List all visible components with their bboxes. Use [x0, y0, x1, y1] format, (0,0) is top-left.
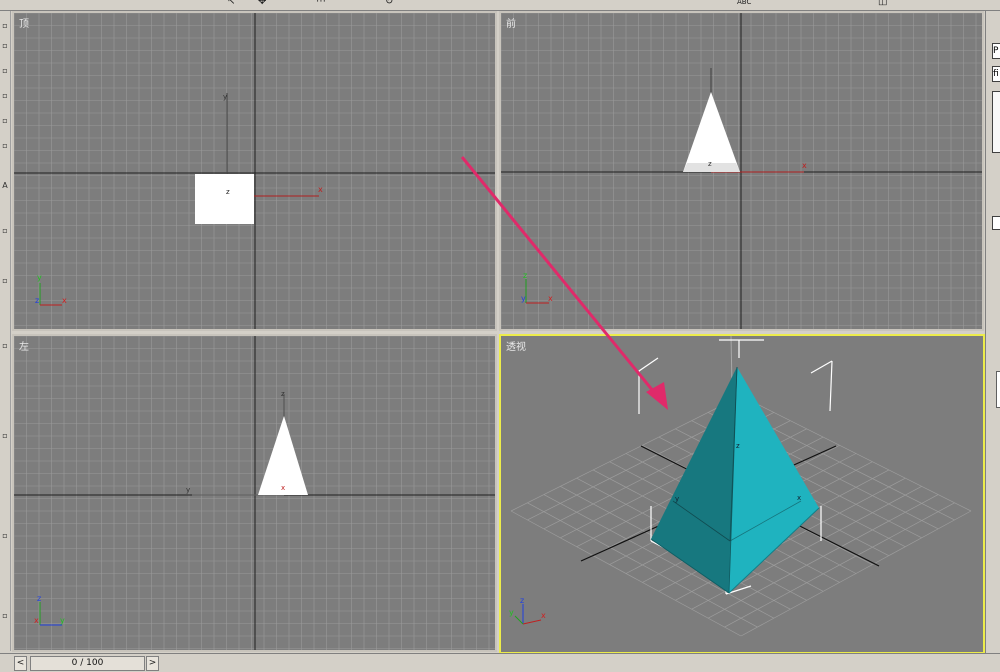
left-toolbar: ▫ ▫ ▫ ▫ ▫ ▫ A ▫ ▫ ▫ ▫ ▫ ▫: [0, 11, 11, 651]
viewport-left-canvas: y z x z x y: [14, 336, 495, 650]
viewport-label-front[interactable]: 前: [506, 15, 516, 30]
abc-text-icon[interactable]: ABC: [737, 0, 751, 8]
command-list[interactable]: [992, 91, 1000, 153]
viewport-label-left[interactable]: 左: [19, 338, 29, 353]
pyramid-top-view[interactable]: [195, 174, 254, 224]
axis-label-x-front: x: [802, 161, 807, 170]
tool-icon-3[interactable]: ▫: [0, 66, 10, 76]
axis-label-z-left: z: [281, 390, 285, 398]
command-scrollbar[interactable]: [996, 371, 1000, 408]
tool-icon-11[interactable]: ▫: [0, 431, 10, 441]
viewport-perspective[interactable]: 透视 z y x z x y: [499, 334, 985, 654]
timeline-bar: < 0 / 100 >: [0, 653, 1000, 672]
axis-label-y-left: y: [186, 486, 190, 494]
viewport-top[interactable]: 顶 y x z y z x: [12, 11, 497, 331]
viewport-left[interactable]: 左 y z x z x y: [12, 334, 497, 652]
svg-text:z: z: [520, 596, 524, 605]
move-tool-icon[interactable]: ✥: [258, 0, 266, 8]
svg-text:y: y: [509, 608, 514, 617]
time-slider[interactable]: 0 / 100: [30, 656, 145, 671]
tool-icon-7[interactable]: A: [0, 181, 10, 191]
viewport-label-top[interactable]: 顶: [19, 15, 29, 30]
viewport-label-perspective[interactable]: 透视: [506, 338, 526, 353]
tool-icon-8[interactable]: ▫: [0, 226, 10, 236]
command-field-1[interactable]: P: [992, 43, 1000, 59]
svg-text:y: y: [60, 616, 65, 625]
main-toolbar: ↖ ✥ ⋯ ↻ ABC ◫: [0, 0, 1000, 11]
svg-text:x: x: [797, 494, 801, 502]
svg-text:z: z: [37, 594, 41, 603]
command-rollout-toggle[interactable]: [992, 216, 1000, 230]
tool-icon-4[interactable]: ▫: [0, 91, 10, 101]
tool-icon-10[interactable]: ▫: [0, 341, 10, 351]
time-next-button[interactable]: >: [146, 656, 159, 671]
viewport-front-canvas: x z z y x: [501, 13, 982, 329]
viewport-perspective-canvas: z y x z x y: [509, 336, 972, 637]
tool-icon-12[interactable]: ▫: [0, 531, 10, 541]
rotate-icon[interactable]: ↻: [385, 0, 393, 8]
dotted-selection-icon[interactable]: ⋯: [316, 0, 326, 8]
svg-text:x: x: [34, 616, 39, 625]
tool-icon-1[interactable]: ▫: [0, 21, 10, 31]
svg-text:y: y: [521, 294, 526, 303]
command-field-2[interactable]: fi: [992, 66, 1000, 82]
max-app-window: ↖ ✥ ⋯ ↻ ABC ◫ ▫ ▫ ▫ ▫ ▫ ▫ A ▫ ▫ ▫ ▫ ▫ ▫ …: [0, 0, 1000, 672]
render-icon[interactable]: ◫: [878, 0, 887, 8]
viewport-top-canvas: y x z y z x: [14, 13, 495, 329]
svg-text:x: x: [281, 484, 285, 492]
axis-label-z-top: z: [226, 188, 230, 196]
svg-text:y: y: [37, 273, 42, 282]
tool-icon-6[interactable]: ▫: [0, 141, 10, 151]
axis-label-z-front: z: [708, 160, 712, 168]
axis-label-y-top: y: [223, 93, 227, 101]
svg-text:y: y: [675, 495, 679, 503]
svg-text:z: z: [736, 442, 740, 450]
tool-icon-13[interactable]: ▫: [0, 611, 10, 621]
svg-text:x: x: [548, 294, 553, 303]
tool-icon-9[interactable]: ▫: [0, 276, 10, 286]
axis-label-x-top: x: [318, 185, 323, 194]
view-axis-gizmo-perspective: z x y: [509, 596, 546, 625]
time-prev-button[interactable]: <: [14, 656, 27, 671]
select-tool-icon[interactable]: ↖: [227, 0, 235, 8]
svg-text:z: z: [35, 296, 39, 305]
svg-text:z: z: [523, 271, 527, 280]
tool-icon-2[interactable]: ▫: [0, 41, 10, 51]
svg-text:x: x: [62, 296, 67, 305]
svg-text:x: x: [541, 611, 546, 620]
tool-icon-5[interactable]: ▫: [0, 116, 10, 126]
command-panel: P fi: [985, 11, 1000, 671]
viewport-front[interactable]: 前 x z z y x: [499, 11, 984, 331]
